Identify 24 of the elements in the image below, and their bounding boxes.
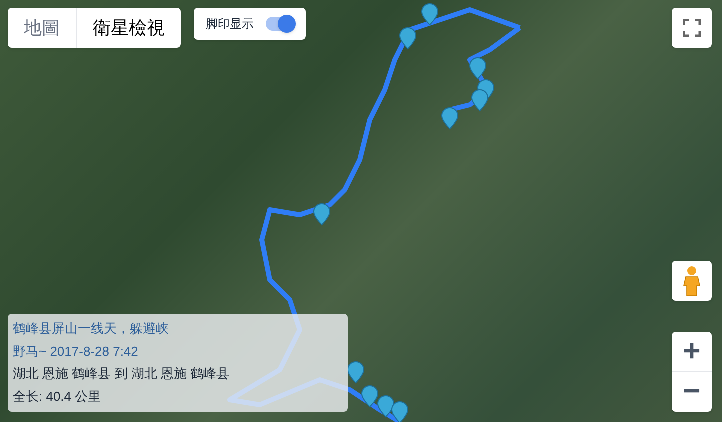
- map-pin-icon[interactable]: [442, 108, 458, 130]
- map-pin-icon[interactable]: [348, 362, 364, 384]
- map-pin-icon[interactable]: [470, 58, 486, 80]
- zoom-in-button[interactable]: +: [672, 332, 712, 372]
- map-pin-icon[interactable]: [392, 402, 408, 422]
- map-type-tab[interactable]: 衛星檢視: [76, 8, 181, 48]
- route-endpoints: 湖北 恩施 鹤峰县 到 湖北 恩施 鹤峰县: [13, 365, 231, 383]
- map-pin-icon[interactable]: [378, 396, 394, 418]
- footprint-switch[interactable]: [266, 17, 294, 31]
- map-pin-icon[interactable]: [472, 90, 488, 112]
- street-view-button[interactable]: [672, 261, 712, 301]
- map-pin-icon[interactable]: [362, 386, 378, 408]
- author-date: 野马~ 2017-8-28 7:42: [13, 342, 140, 360]
- map-pin-icon[interactable]: [422, 4, 438, 26]
- toggle-label: 脚印显示: [206, 16, 254, 33]
- fullscreen-icon: [683, 19, 701, 37]
- map-pin-icon[interactable]: [400, 28, 416, 50]
- route-length: 全长: 40.4 公里: [13, 388, 102, 406]
- route-title: 鹤峰县屏山一线天，躲避峡: [13, 320, 170, 338]
- person-icon: [683, 266, 701, 296]
- map-pin-icon[interactable]: [314, 204, 330, 226]
- fullscreen-button[interactable]: [672, 8, 712, 48]
- map-type-tab[interactable]: 地圖: [8, 8, 76, 48]
- zoom-out-button[interactable]: −: [672, 372, 712, 412]
